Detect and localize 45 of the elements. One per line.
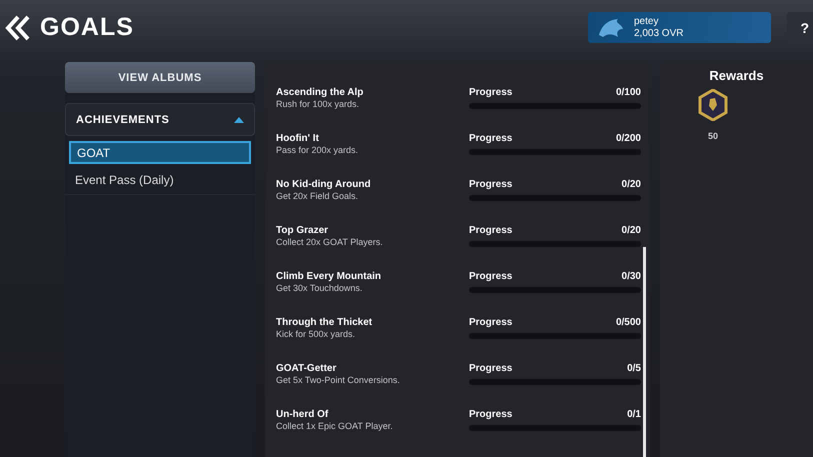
progress-count: 0/100 <box>616 86 641 99</box>
progress-label: Progress <box>469 224 512 237</box>
progress-label: Progress <box>469 316 512 329</box>
goal-title: Through the Thicket <box>276 316 374 329</box>
token-icon <box>698 89 728 121</box>
rating-text: 2,003 OVR <box>634 28 684 40</box>
goal-description: Get 30x Touchdowns. <box>276 283 364 293</box>
progress-label: Progress <box>469 86 512 99</box>
achievements-dropdown[interactable]: ACHIEVEMENTS <box>65 103 255 136</box>
category-item[interactable]: GOAT <box>69 141 251 164</box>
profile-card[interactable]: petey 2,003 OVR <box>588 12 771 43</box>
progress-label: Progress <box>469 178 512 191</box>
progress-count: 0/1 <box>627 408 641 421</box>
goal-description: Rush for 100x yards. <box>276 99 360 109</box>
rewards-title: Rewards <box>708 68 765 83</box>
username: petey <box>634 16 660 28</box>
progress-count: 0/5 <box>627 362 641 375</box>
goal-title: Ascending the Alp <box>276 86 364 99</box>
goal-description: Kick for 500x yards. <box>276 329 356 339</box>
goal-title: Climb Every Mountain <box>276 270 382 283</box>
goal-title: Hoofin' It <box>276 132 320 145</box>
view-albums-button[interactable]: VIEW ALBUMS <box>65 62 255 93</box>
caret-icon <box>234 116 244 122</box>
progress-count: 0/20 <box>622 224 641 237</box>
progress-count: 0/30 <box>622 270 641 283</box>
goal-description: Get 20x Field Goals. <box>276 191 360 201</box>
goal-title: Top Grazer <box>276 224 330 237</box>
scrollbar[interactable] <box>643 247 646 457</box>
reward-amount: 50 <box>708 131 718 141</box>
progress-label: Progress <box>469 270 512 283</box>
progress-count: 0/200 <box>616 132 641 145</box>
goal-description: Get 5x Two-Point Conversions. <box>276 375 401 385</box>
category-item[interactable]: Event Pass (Daily) <box>65 166 255 195</box>
progress-label: Progress <box>469 132 512 145</box>
progress-count: 0/20 <box>622 178 641 191</box>
goal-title: No Kid-ding Around <box>276 178 372 191</box>
goal-description: Collect 1x Epic GOAT Player. <box>276 421 394 431</box>
progress-count: 0/500 <box>616 316 641 329</box>
goal-description: Pass for 200x yards. <box>276 145 360 155</box>
progress-label: Progress <box>469 408 512 421</box>
page-title: GOALS <box>40 13 135 42</box>
goal-title: GOAT-Getter <box>276 362 338 375</box>
goal-description: Collect 20x GOAT Players. <box>276 237 384 247</box>
progress-label: Progress <box>469 362 512 375</box>
goal-title: Un-herd Of <box>276 408 330 421</box>
